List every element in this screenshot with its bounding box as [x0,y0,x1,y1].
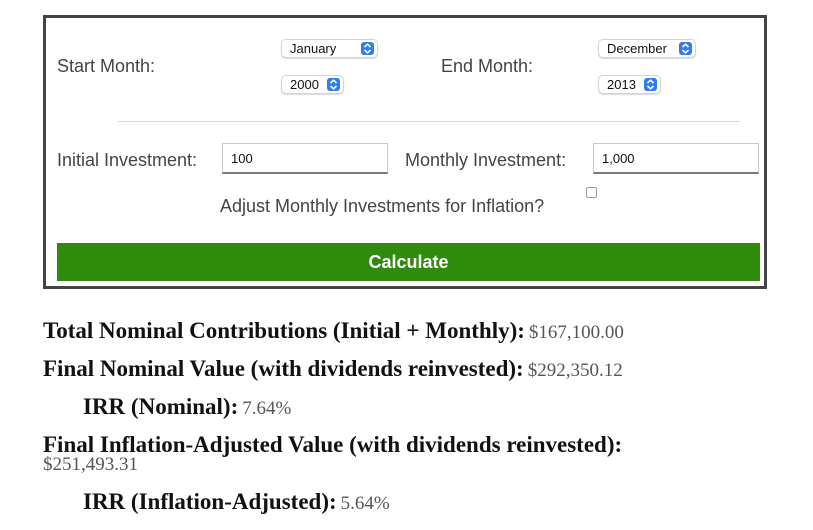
irr-nominal-label: IRR (Nominal): [83,394,239,419]
monthly-investment-label: Monthly Investment: [405,150,567,170]
final-nominal-label: Final Nominal Value (with dividends rein… [43,356,524,381]
start-month-label: Start Month: [57,56,156,76]
final-nominal-row: Final Nominal Value (with dividends rein… [43,356,623,382]
total-contributions-label: Total Nominal Contributions (Initial + M… [43,318,525,343]
final-nominal-value: $292,350.12 [527,360,623,381]
start-month-select[interactable]: January [281,39,378,58]
end-year-select[interactable]: 2013 [598,75,661,94]
end-month-label: End Month: [441,56,534,76]
irr-inflation-label: IRR (Inflation-Adjusted): [83,489,337,514]
irr-nominal-row: IRR (Nominal): 7.64% [83,394,291,420]
end-month-value: December [607,41,667,56]
final-inflation-value: $251,493.31 [43,454,138,475]
irr-nominal-value: 7.64% [242,398,292,419]
calculate-button[interactable]: Calculate [57,243,760,281]
total-contributions-value: $167,100.00 [528,322,624,343]
monthly-investment-input[interactable] [593,143,759,174]
chevron-updown-icon [644,78,657,91]
adjust-inflation-label: Adjust Monthly Investments for Inflation… [220,196,545,216]
irr-inflation-value: 5.64% [340,493,390,514]
start-month-value: January [290,41,337,56]
chevron-updown-icon [679,42,692,55]
calculator-form: Start Month: January 2000 End Month: Dec… [43,15,767,289]
end-year-value: 2013 [607,77,636,92]
final-inflation-value-row: $251,493.31 [43,454,138,476]
end-month-select[interactable]: December [598,39,696,58]
initial-investment-label: Initial Investment: [57,150,198,170]
start-year-select[interactable]: 2000 [281,75,344,94]
chevron-updown-icon [361,42,374,55]
initial-investment-input[interactable] [222,143,388,174]
adjust-inflation-checkbox[interactable] [586,187,597,198]
chevron-updown-icon [327,78,340,91]
total-contributions-row: Total Nominal Contributions (Initial + M… [43,318,624,344]
form-divider [118,121,740,122]
irr-inflation-row: IRR (Inflation-Adjusted): 5.64% [83,489,390,515]
start-year-value: 2000 [290,77,319,92]
